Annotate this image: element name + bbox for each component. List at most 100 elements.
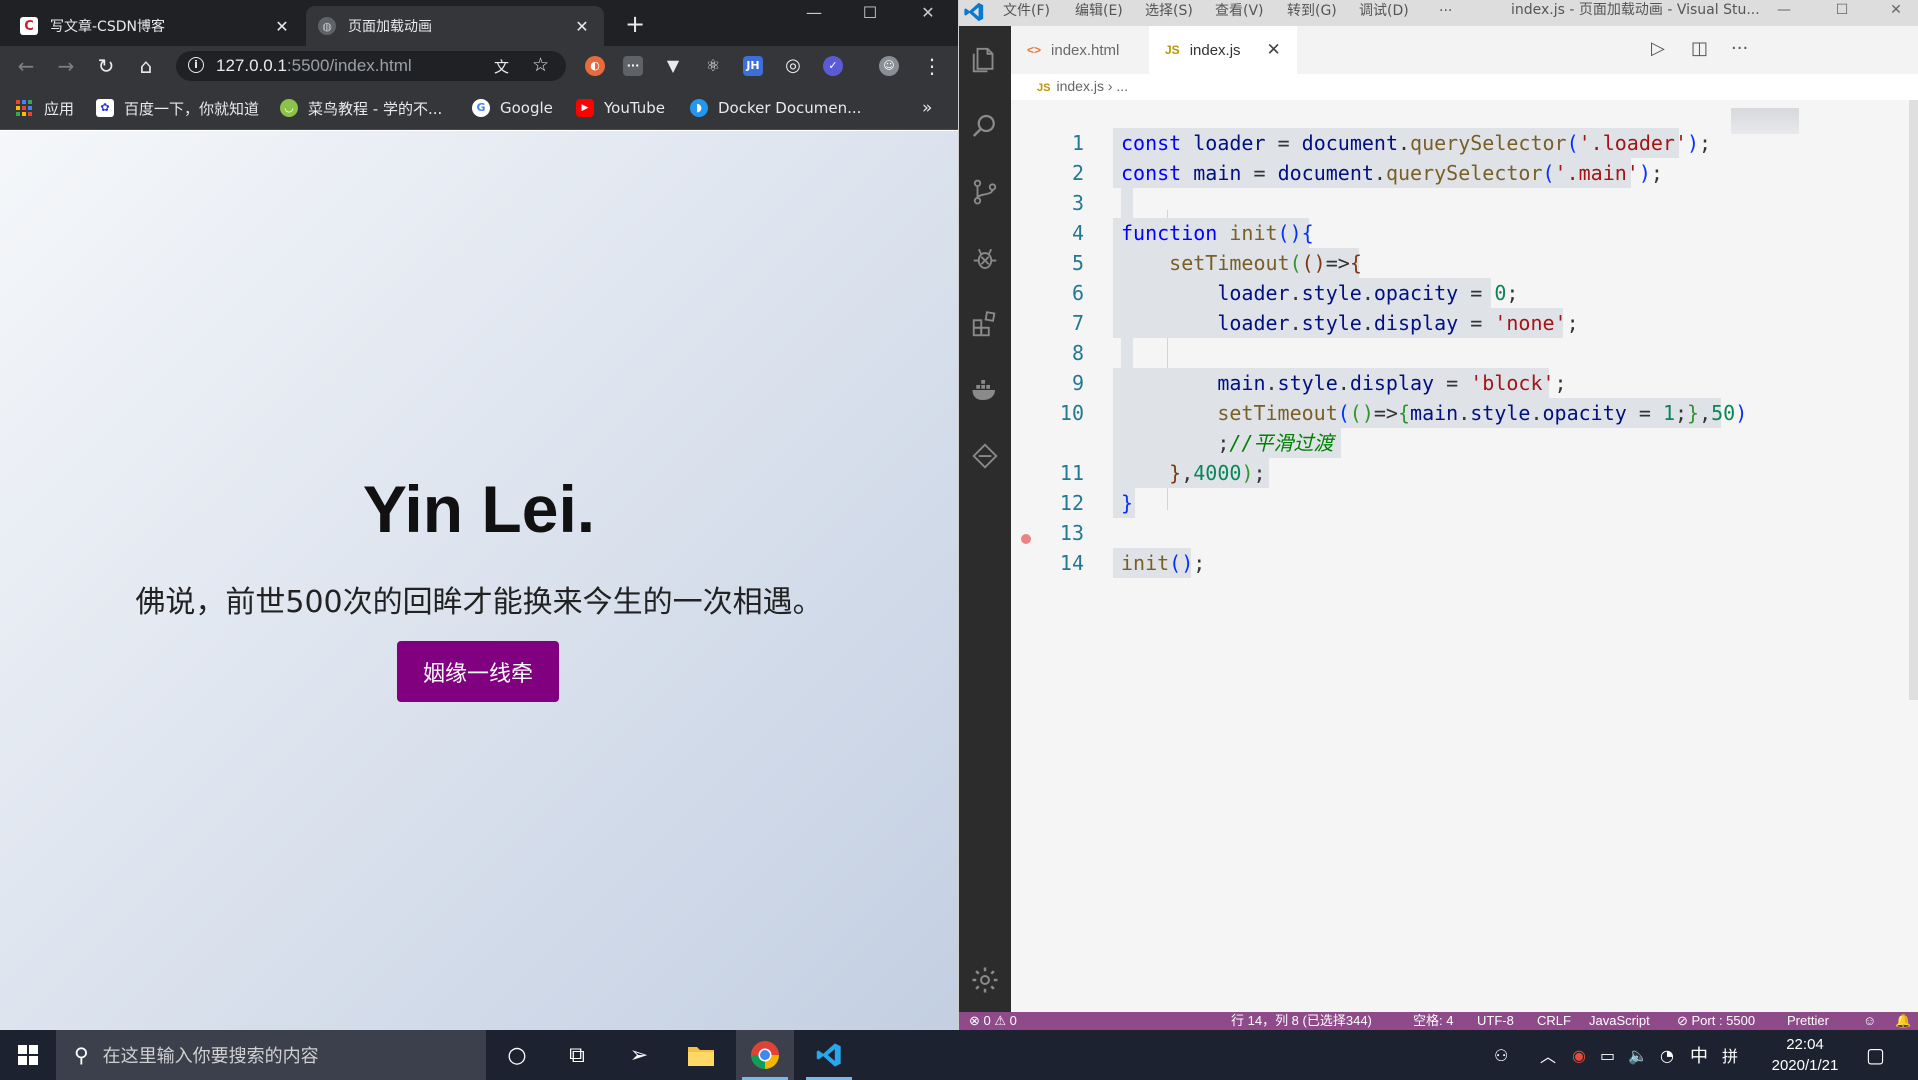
system-clock[interactable]: 22:04 2020/1/21 bbox=[1750, 1034, 1860, 1076]
split-editor-icon[interactable]: ◫ bbox=[1691, 38, 1708, 59]
menu-go[interactable]: 转到(G) bbox=[1287, 0, 1337, 26]
react-devtools-icon[interactable]: ⚛ bbox=[703, 56, 723, 76]
chrome-tab-active[interactable]: ◍ 页面加载动画 ✕ bbox=[306, 6, 604, 46]
bookmark-google[interactable]: G Google bbox=[472, 86, 553, 130]
cursor-position[interactable]: 行 14，列 8 (已选择344) bbox=[1231, 1012, 1372, 1030]
menu-edit[interactable]: 编辑(E) bbox=[1075, 0, 1123, 26]
bookmark-star-icon[interactable]: ☆ bbox=[532, 54, 549, 76]
search-icon[interactable] bbox=[959, 100, 1011, 152]
avatar[interactable]: ☺ bbox=[879, 56, 899, 76]
settings-gear-icon[interactable] bbox=[959, 954, 1011, 1006]
chrome-menu-icon[interactable]: ⋮ bbox=[918, 52, 946, 80]
live-server-port[interactable]: ⊘ Port : 5500 bbox=[1677, 1012, 1755, 1030]
cortana-icon[interactable]: ○ bbox=[488, 1030, 546, 1080]
source-control-icon[interactable] bbox=[959, 166, 1011, 218]
prettier-status[interactable]: Prettier bbox=[1787, 1012, 1829, 1030]
site-info-icon[interactable]: i bbox=[188, 57, 204, 73]
task-view-icon[interactable]: ⧉ bbox=[548, 1030, 606, 1080]
ime-mode[interactable]: 拼 bbox=[1722, 1030, 1738, 1080]
minimize-icon[interactable]: — bbox=[1761, 0, 1807, 26]
chrome-tab-csdn[interactable]: C 写文章-CSDN博客 ✕ bbox=[8, 6, 304, 46]
close-icon[interactable]: ✕ bbox=[1267, 40, 1281, 60]
translate-icon[interactable]: 文 bbox=[494, 56, 509, 77]
url-text[interactable]: 127.0.0.1:5500/index.html bbox=[216, 56, 412, 76]
encoding[interactable]: UTF-8 bbox=[1477, 1012, 1514, 1030]
menu-debug[interactable]: 调试(D) bbox=[1359, 0, 1409, 26]
extension-icon[interactable]: ◐ bbox=[585, 56, 605, 76]
menu-file[interactable]: 文件(F) bbox=[1003, 0, 1050, 26]
cta-button[interactable]: 姻缘一线牵 bbox=[397, 641, 559, 702]
tray-app-icon[interactable]: ◉ bbox=[1572, 1030, 1586, 1080]
breadcrumb[interactable]: JS index.js › ... bbox=[1011, 74, 1918, 100]
indentation[interactable]: 空格: 4 bbox=[1413, 1012, 1453, 1030]
vue-devtools-icon[interactable]: ▼ bbox=[663, 56, 683, 76]
tab-index-html[interactable]: <> index.html bbox=[1011, 26, 1149, 74]
problems-indicator[interactable]: ⊗ 0 ⚠ 0 bbox=[969, 1012, 1017, 1030]
code-line: 9 main.style.display = 'block'; bbox=[1011, 344, 1918, 398]
send-icon[interactable]: ➢ bbox=[610, 1030, 668, 1080]
show-hidden-icons[interactable]: ︿ bbox=[1540, 1030, 1556, 1080]
clock-date: 2020/1/21 bbox=[1771, 1057, 1839, 1074]
more-actions-icon[interactable]: ··· bbox=[1731, 38, 1748, 59]
html-file-icon: <> bbox=[1027, 43, 1042, 57]
check-shield-icon[interactable]: ✓ bbox=[823, 56, 843, 76]
code-editor[interactable]: 1 const loader = document.querySelector('… bbox=[1011, 100, 1918, 1012]
maximize-icon[interactable]: ☐ bbox=[842, 0, 898, 30]
extensions-icon[interactable] bbox=[959, 298, 1011, 350]
volume-icon[interactable]: 🔈 bbox=[1628, 1030, 1648, 1080]
activity-bar bbox=[959, 26, 1011, 1012]
forward-icon[interactable]: → bbox=[52, 52, 80, 80]
extension-icon[interactable]: ··· bbox=[623, 56, 643, 76]
bookmark-baidu[interactable]: ✿ 百度一下，你就知道 bbox=[96, 86, 259, 130]
close-window-icon[interactable]: ✕ bbox=[1873, 0, 1918, 26]
bookmarks-overflow-button[interactable]: » bbox=[922, 86, 932, 130]
bookmark-runoob[interactable]: ◡ 菜鸟教程 - 学的不... bbox=[280, 86, 442, 130]
maximize-icon[interactable]: ☐ bbox=[1819, 0, 1865, 26]
run-icon[interactable]: ▷ bbox=[1651, 38, 1665, 59]
target-icon[interactable]: ◎ bbox=[783, 56, 803, 76]
tab-index-js[interactable]: JS index.js ✕ bbox=[1149, 26, 1297, 74]
breakpoint-icon[interactable] bbox=[1021, 534, 1031, 544]
feedback-icon[interactable]: ☺ bbox=[1863, 1012, 1876, 1030]
wifi-icon[interactable]: ◔ bbox=[1660, 1030, 1674, 1080]
vscode-window: 文件(F) 编辑(E) 选择(S) 查看(V) 转到(G) 调试(D) ··· … bbox=[958, 0, 1918, 1030]
action-center-icon[interactable]: ▢ bbox=[1866, 1030, 1885, 1080]
code-line: 3 bbox=[1011, 164, 1918, 218]
chrome-taskbar-icon[interactable] bbox=[736, 1030, 794, 1080]
menu-view[interactable]: 查看(V) bbox=[1215, 0, 1264, 26]
language-mode[interactable]: JavaScript bbox=[1589, 1012, 1650, 1030]
apps-grid-icon bbox=[16, 100, 32, 116]
file-explorer-icon[interactable] bbox=[672, 1030, 730, 1080]
home-icon[interactable]: ⌂ bbox=[132, 52, 160, 80]
notifications-icon[interactable]: 🔔 bbox=[1895, 1012, 1911, 1030]
vscode-title-bar: 文件(F) 编辑(E) 选择(S) 查看(V) 转到(G) 调试(D) ··· … bbox=[959, 0, 1918, 26]
back-icon[interactable]: ← bbox=[12, 52, 40, 80]
menu-selection[interactable]: 选择(S) bbox=[1145, 0, 1193, 26]
explorer-icon[interactable] bbox=[959, 34, 1011, 86]
reload-icon[interactable]: ↻ bbox=[92, 52, 120, 80]
tab-label: index.js bbox=[1189, 41, 1241, 59]
debug-icon[interactable] bbox=[959, 232, 1011, 284]
remote-icon[interactable] bbox=[959, 430, 1011, 482]
menu-more[interactable]: ··· bbox=[1439, 0, 1452, 26]
bookmark-docker[interactable]: ◗ Docker Documen... bbox=[690, 86, 861, 130]
bookmark-apps[interactable]: 应用 bbox=[16, 86, 74, 130]
bookmark-label: 百度一下，你就知道 bbox=[124, 99, 260, 118]
docker-icon[interactable] bbox=[959, 364, 1011, 416]
line-ending[interactable]: CRLF bbox=[1537, 1012, 1571, 1030]
code-line: 12} bbox=[1011, 464, 1918, 518]
taskbar-search-box[interactable]: ⚲ 在这里输入你要搜索的内容 bbox=[56, 1030, 486, 1080]
minimize-icon[interactable]: — bbox=[786, 0, 842, 30]
close-window-icon[interactable]: ✕ bbox=[900, 0, 956, 30]
start-button[interactable] bbox=[0, 1030, 56, 1080]
people-icon[interactable]: ⚇ bbox=[1494, 1030, 1508, 1080]
ime-language[interactable]: 中 bbox=[1690, 1030, 1708, 1080]
jsonhandle-icon[interactable]: JH bbox=[743, 56, 763, 76]
close-icon[interactable]: ✕ bbox=[572, 17, 592, 36]
bookmark-youtube[interactable]: ▶ YouTube bbox=[576, 86, 665, 130]
address-bar[interactable]: i 127.0.0.1:5500/index.html 文 ☆ bbox=[176, 51, 566, 81]
vscode-taskbar-icon[interactable] bbox=[800, 1030, 858, 1080]
close-icon[interactable]: ✕ bbox=[272, 17, 292, 36]
new-tab-button[interactable]: + bbox=[620, 10, 650, 40]
battery-icon[interactable]: ▭ bbox=[1600, 1030, 1615, 1080]
